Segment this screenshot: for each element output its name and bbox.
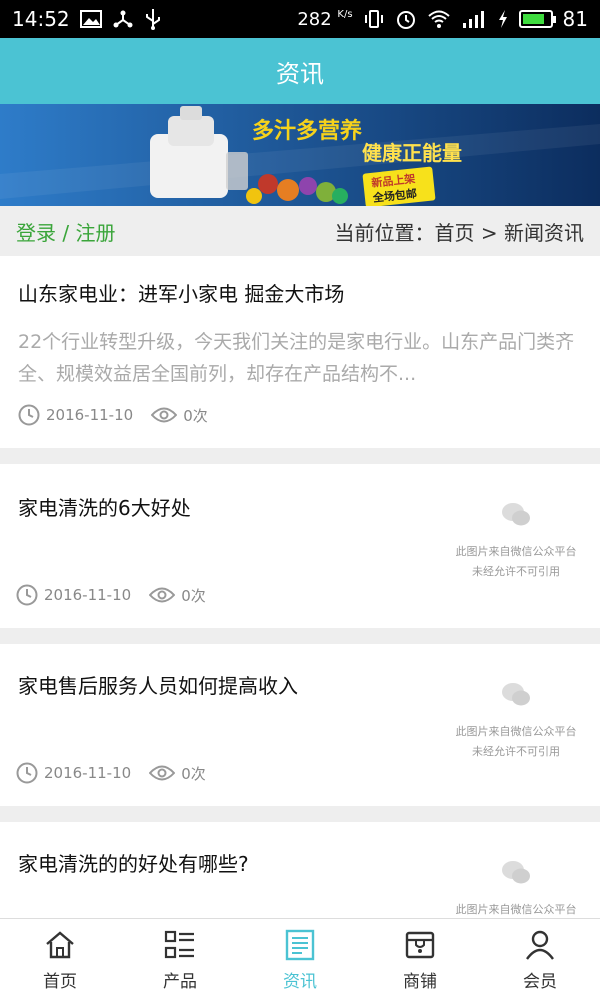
tab-bar: 首页 产品 资讯 商铺 会员 [0, 918, 600, 1000]
eye-icon [149, 586, 176, 604]
eye-icon [151, 406, 178, 424]
news-icon [284, 927, 316, 963]
location-bar: 登录 / 注册 当前位置：首页 > 新闻资讯 [0, 206, 600, 256]
article-meta: 2016-11-10 0次 [16, 584, 206, 606]
tab-label: 会员 [523, 972, 557, 992]
tab-label: 商铺 [403, 972, 437, 992]
clock-icon [16, 762, 38, 784]
auth-separator: / [62, 220, 70, 245]
thumb-caption-2: 未经允许不可引用 [472, 565, 560, 578]
tab-shop[interactable]: 商铺 [360, 919, 480, 1000]
thumb-caption-1: 此图片来自微信公众平台 [455, 903, 577, 916]
thumb-caption-1: 此图片来自微信公众平台 [455, 725, 577, 738]
article-views: 0次 [183, 406, 208, 425]
article-title[interactable]: 山东家电业：进军小家电 掘金大市场 [18, 278, 344, 307]
wechat-icon [502, 861, 530, 884]
banner-image: 多汁多营养 健康正能量 新品上架 全场包邮 [0, 104, 600, 206]
article-date: 2016-11-10 [44, 764, 132, 782]
tab-member[interactable]: 会员 [480, 919, 600, 1000]
article-title[interactable]: 家电清洗的6大好处 [18, 492, 191, 521]
battery-icon [518, 10, 556, 28]
net-speed: 282 K/s [297, 8, 353, 30]
article-title[interactable]: 家电清洗的的好处有哪些? [18, 848, 249, 877]
vibrate-icon [363, 9, 385, 29]
title-bar: 资讯 [0, 38, 600, 104]
signal-icon [461, 9, 487, 29]
clock-icon [16, 584, 38, 606]
article-views: 0次 [181, 764, 206, 783]
clock-icon [18, 404, 40, 426]
article-item[interactable]: 山东家电业：进军小家电 掘金大市场 22个行业转型升级，今天我们关注的是家电行业… [0, 256, 600, 448]
banner-headline: 多汁多营养 [252, 118, 362, 144]
auth-links: 登录 / 注册 [16, 217, 115, 246]
article-item[interactable]: 家电清洗的的好处有哪些? 此图片来自微信公众平台 [0, 822, 600, 932]
user-icon [524, 927, 556, 963]
shop-icon [404, 927, 436, 963]
article-summary: 22个行业转型升级，今天我们关注的是家电行业。山东产品门类齐全、规模效益居全国前… [18, 331, 575, 385]
status-bar: 14:52 282 K/s 81 [0, 0, 600, 38]
breadcrumb: 当前位置：首页 > 新闻资讯 [334, 220, 584, 245]
tab-home[interactable]: 首页 [0, 919, 120, 1000]
gallery-icon [79, 10, 102, 28]
article-thumbnail: 此图片来自微信公众平台 未经允许不可引用 [450, 674, 582, 784]
thumb-caption-2: 未经允许不可引用 [472, 745, 560, 758]
article-item[interactable]: 家电售后服务人员如何提高收入 此图片来自微信公众平台 未经允许不可引用 2016… [0, 644, 600, 806]
list-icon [164, 927, 196, 963]
article-thumbnail: 此图片来自微信公众平台 [450, 852, 582, 916]
home-icon [44, 927, 76, 963]
thumb-caption-1: 此图片来自微信公众平台 [455, 545, 577, 558]
register-link[interactable]: 注册 [75, 221, 115, 245]
battery-level: 81 [562, 7, 588, 31]
charging-icon [497, 9, 509, 29]
tab-label: 资讯 [283, 972, 317, 992]
wechat-icon [502, 683, 530, 706]
tab-label: 产品 [163, 972, 197, 992]
wechat-icon [502, 503, 530, 526]
article-views: 0次 [181, 586, 206, 605]
tab-news[interactable]: 资讯 [240, 919, 360, 1000]
article-meta: 2016-11-10 0次 [18, 404, 208, 426]
banner[interactable]: 多汁多营养 健康正能量 新品上架 全场包邮 [0, 104, 600, 206]
article-item[interactable]: 家电清洗的6大好处 此图片来自微信公众平台 未经允许不可引用 2016-11-1… [0, 464, 600, 628]
article-title[interactable]: 家电售后服务人员如何提高收入 [18, 670, 298, 699]
page-title: 资讯 [276, 59, 324, 88]
wifi-icon [427, 9, 451, 29]
tab-label: 首页 [43, 972, 77, 992]
article-date: 2016-11-10 [44, 586, 132, 604]
banner-subline: 健康正能量 [362, 141, 462, 165]
eye-icon [149, 764, 176, 782]
share-icon [112, 9, 134, 29]
article-meta: 2016-11-10 0次 [16, 762, 206, 784]
status-time: 14:52 [12, 7, 70, 31]
article-thumbnail: 此图片来自微信公众平台 未经允许不可引用 [450, 494, 582, 604]
article-date: 2016-11-10 [46, 406, 134, 424]
alarm-icon [395, 8, 417, 30]
tab-products[interactable]: 产品 [120, 919, 240, 1000]
login-link[interactable]: 登录 [16, 221, 56, 245]
usb-icon [144, 8, 162, 30]
